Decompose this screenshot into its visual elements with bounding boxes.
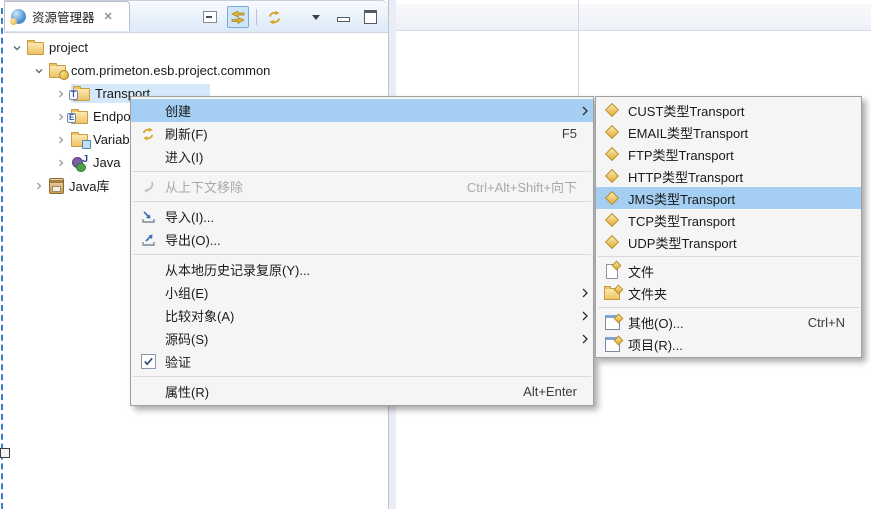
menu-item-export[interactable]: 导出(O)... [131, 228, 593, 251]
submenu-item-new-folder[interactable]: 文件夹 [596, 282, 861, 304]
java-icon: J [71, 155, 88, 171]
refresh-view-icon[interactable] [264, 7, 284, 27]
chevron-right-icon[interactable] [56, 158, 66, 168]
menu-item-import[interactable]: 导入(I)... [131, 205, 593, 228]
submenu-item-tcp-transport[interactable]: TCP类型Transport [596, 209, 861, 231]
submenu-item-ftp-transport[interactable]: FTP类型Transport [596, 143, 861, 165]
minimize-icon[interactable] [333, 7, 353, 27]
menu-item-go-into[interactable]: 进入(I) [131, 145, 593, 168]
project-folder-icon [27, 42, 44, 55]
menu-separator [133, 376, 591, 377]
menu-item-restore-from-history[interactable]: 从本地历史记录复原(Y)... [131, 258, 593, 281]
tree-item-label: Java库 [69, 176, 109, 195]
new-folder-icon [596, 286, 628, 300]
tree-item-esb-package[interactable]: com.primeton.esb.project.common [6, 59, 386, 82]
chevron-right-icon[interactable] [56, 89, 66, 99]
panel-drag-guide[interactable] [1, 8, 3, 509]
submenu-item-jms-transport[interactable]: JMS类型Transport [596, 187, 861, 209]
variables-folder-icon [71, 134, 88, 147]
close-icon[interactable]: ✕ [101, 9, 116, 24]
esb-package-icon [49, 65, 66, 78]
submenu-item-new-project[interactable]: 项目(R)... [596, 333, 861, 355]
transport-folder-icon: T [73, 88, 90, 101]
view-menu-icon[interactable] [306, 7, 326, 27]
tree-item-label: com.primeton.esb.project.common [71, 63, 270, 78]
menu-item-refresh[interactable]: 刷新(F) F5 [131, 122, 593, 145]
menu-separator [598, 256, 859, 257]
chevron-right-icon[interactable] [34, 181, 44, 191]
new-wizard-icon [596, 315, 628, 330]
chevron-down-icon[interactable] [12, 43, 22, 53]
new-file-icon [596, 264, 628, 279]
endpoint-folder-icon: E [71, 111, 88, 124]
menu-item-remove-from-context[interactable]: 从上下文移除 Ctrl+Alt+Shift+向下 [131, 175, 593, 198]
menu-item-create[interactable]: 创建 [131, 99, 593, 122]
menu-separator [598, 307, 859, 308]
chevron-right-icon[interactable] [56, 135, 66, 145]
menu-item-validate[interactable]: 验证 [131, 350, 593, 373]
submenu-arrow-icon [577, 333, 593, 345]
tree-item-label: Endpo [93, 109, 131, 124]
collapse-all-icon[interactable] [200, 7, 220, 27]
submenu-item-http-transport[interactable]: HTTP类型Transport [596, 165, 861, 187]
create-submenu: CUST类型Transport EMAIL类型Transport FTP类型Tr… [595, 96, 862, 358]
submenu-arrow-icon [577, 310, 593, 322]
java-library-icon [49, 178, 64, 194]
transport-type-icon [596, 105, 628, 115]
menu-item-source[interactable]: 源码(S) [131, 327, 593, 350]
tree-item-label: Variab [93, 132, 130, 147]
new-project-icon [596, 337, 628, 352]
explorer-view-icon [11, 9, 26, 24]
submenu-item-new-file[interactable]: 文件 [596, 260, 861, 282]
panel-drag-handle[interactable] [0, 448, 10, 458]
submenu-item-udp-transport[interactable]: UDP类型Transport [596, 231, 861, 253]
export-icon [131, 233, 165, 247]
eclipse-workbench: 资源管理器 ✕ [0, 0, 871, 509]
panel-header: 资源管理器 ✕ [4, 0, 388, 33]
chevron-right-icon[interactable] [56, 112, 66, 122]
menu-item-compare-with[interactable]: 比较对象(A) [131, 304, 593, 327]
transport-type-icon [596, 149, 628, 159]
tab-resource-explorer[interactable]: 资源管理器 ✕ [4, 1, 130, 31]
view-toolbar [200, 5, 380, 29]
import-icon [131, 210, 165, 224]
submenu-arrow-icon [577, 105, 593, 117]
menu-item-properties[interactable]: 属性(R) Alt+Enter [131, 380, 593, 403]
submenu-arrow-icon [577, 287, 593, 299]
maximize-icon[interactable] [360, 7, 380, 27]
editor-tab-strip [396, 4, 871, 31]
view-tab-title: 资源管理器 [32, 7, 95, 26]
tree-item-label: Java [93, 155, 120, 170]
editor-area-divider [578, 0, 579, 96]
menu-separator [133, 171, 591, 172]
checkbox-checked-icon [141, 354, 156, 369]
transport-type-icon [596, 171, 628, 181]
transport-type-icon [596, 237, 628, 247]
tree-item-label: project [49, 40, 88, 55]
context-menu: 创建 刷新(F) F5 进入(I) [130, 96, 594, 406]
menu-separator [133, 201, 591, 202]
remove-from-context-icon [131, 180, 165, 193]
refresh-icon [131, 127, 165, 141]
transport-type-icon [596, 193, 628, 203]
menu-separator [133, 254, 591, 255]
transport-type-icon [596, 127, 628, 137]
submenu-item-email-transport[interactable]: EMAIL类型Transport [596, 121, 861, 143]
tree-item-project[interactable]: project [6, 36, 386, 59]
transport-type-icon [596, 215, 628, 225]
link-with-editor-icon[interactable] [227, 6, 249, 28]
submenu-item-new-other[interactable]: 其他(O)... Ctrl+N [596, 311, 861, 333]
menu-item-team[interactable]: 小组(E) [131, 281, 593, 304]
chevron-down-icon[interactable] [34, 66, 44, 76]
submenu-item-cust-transport[interactable]: CUST类型Transport [596, 99, 861, 121]
toolbar-separator [256, 9, 257, 25]
